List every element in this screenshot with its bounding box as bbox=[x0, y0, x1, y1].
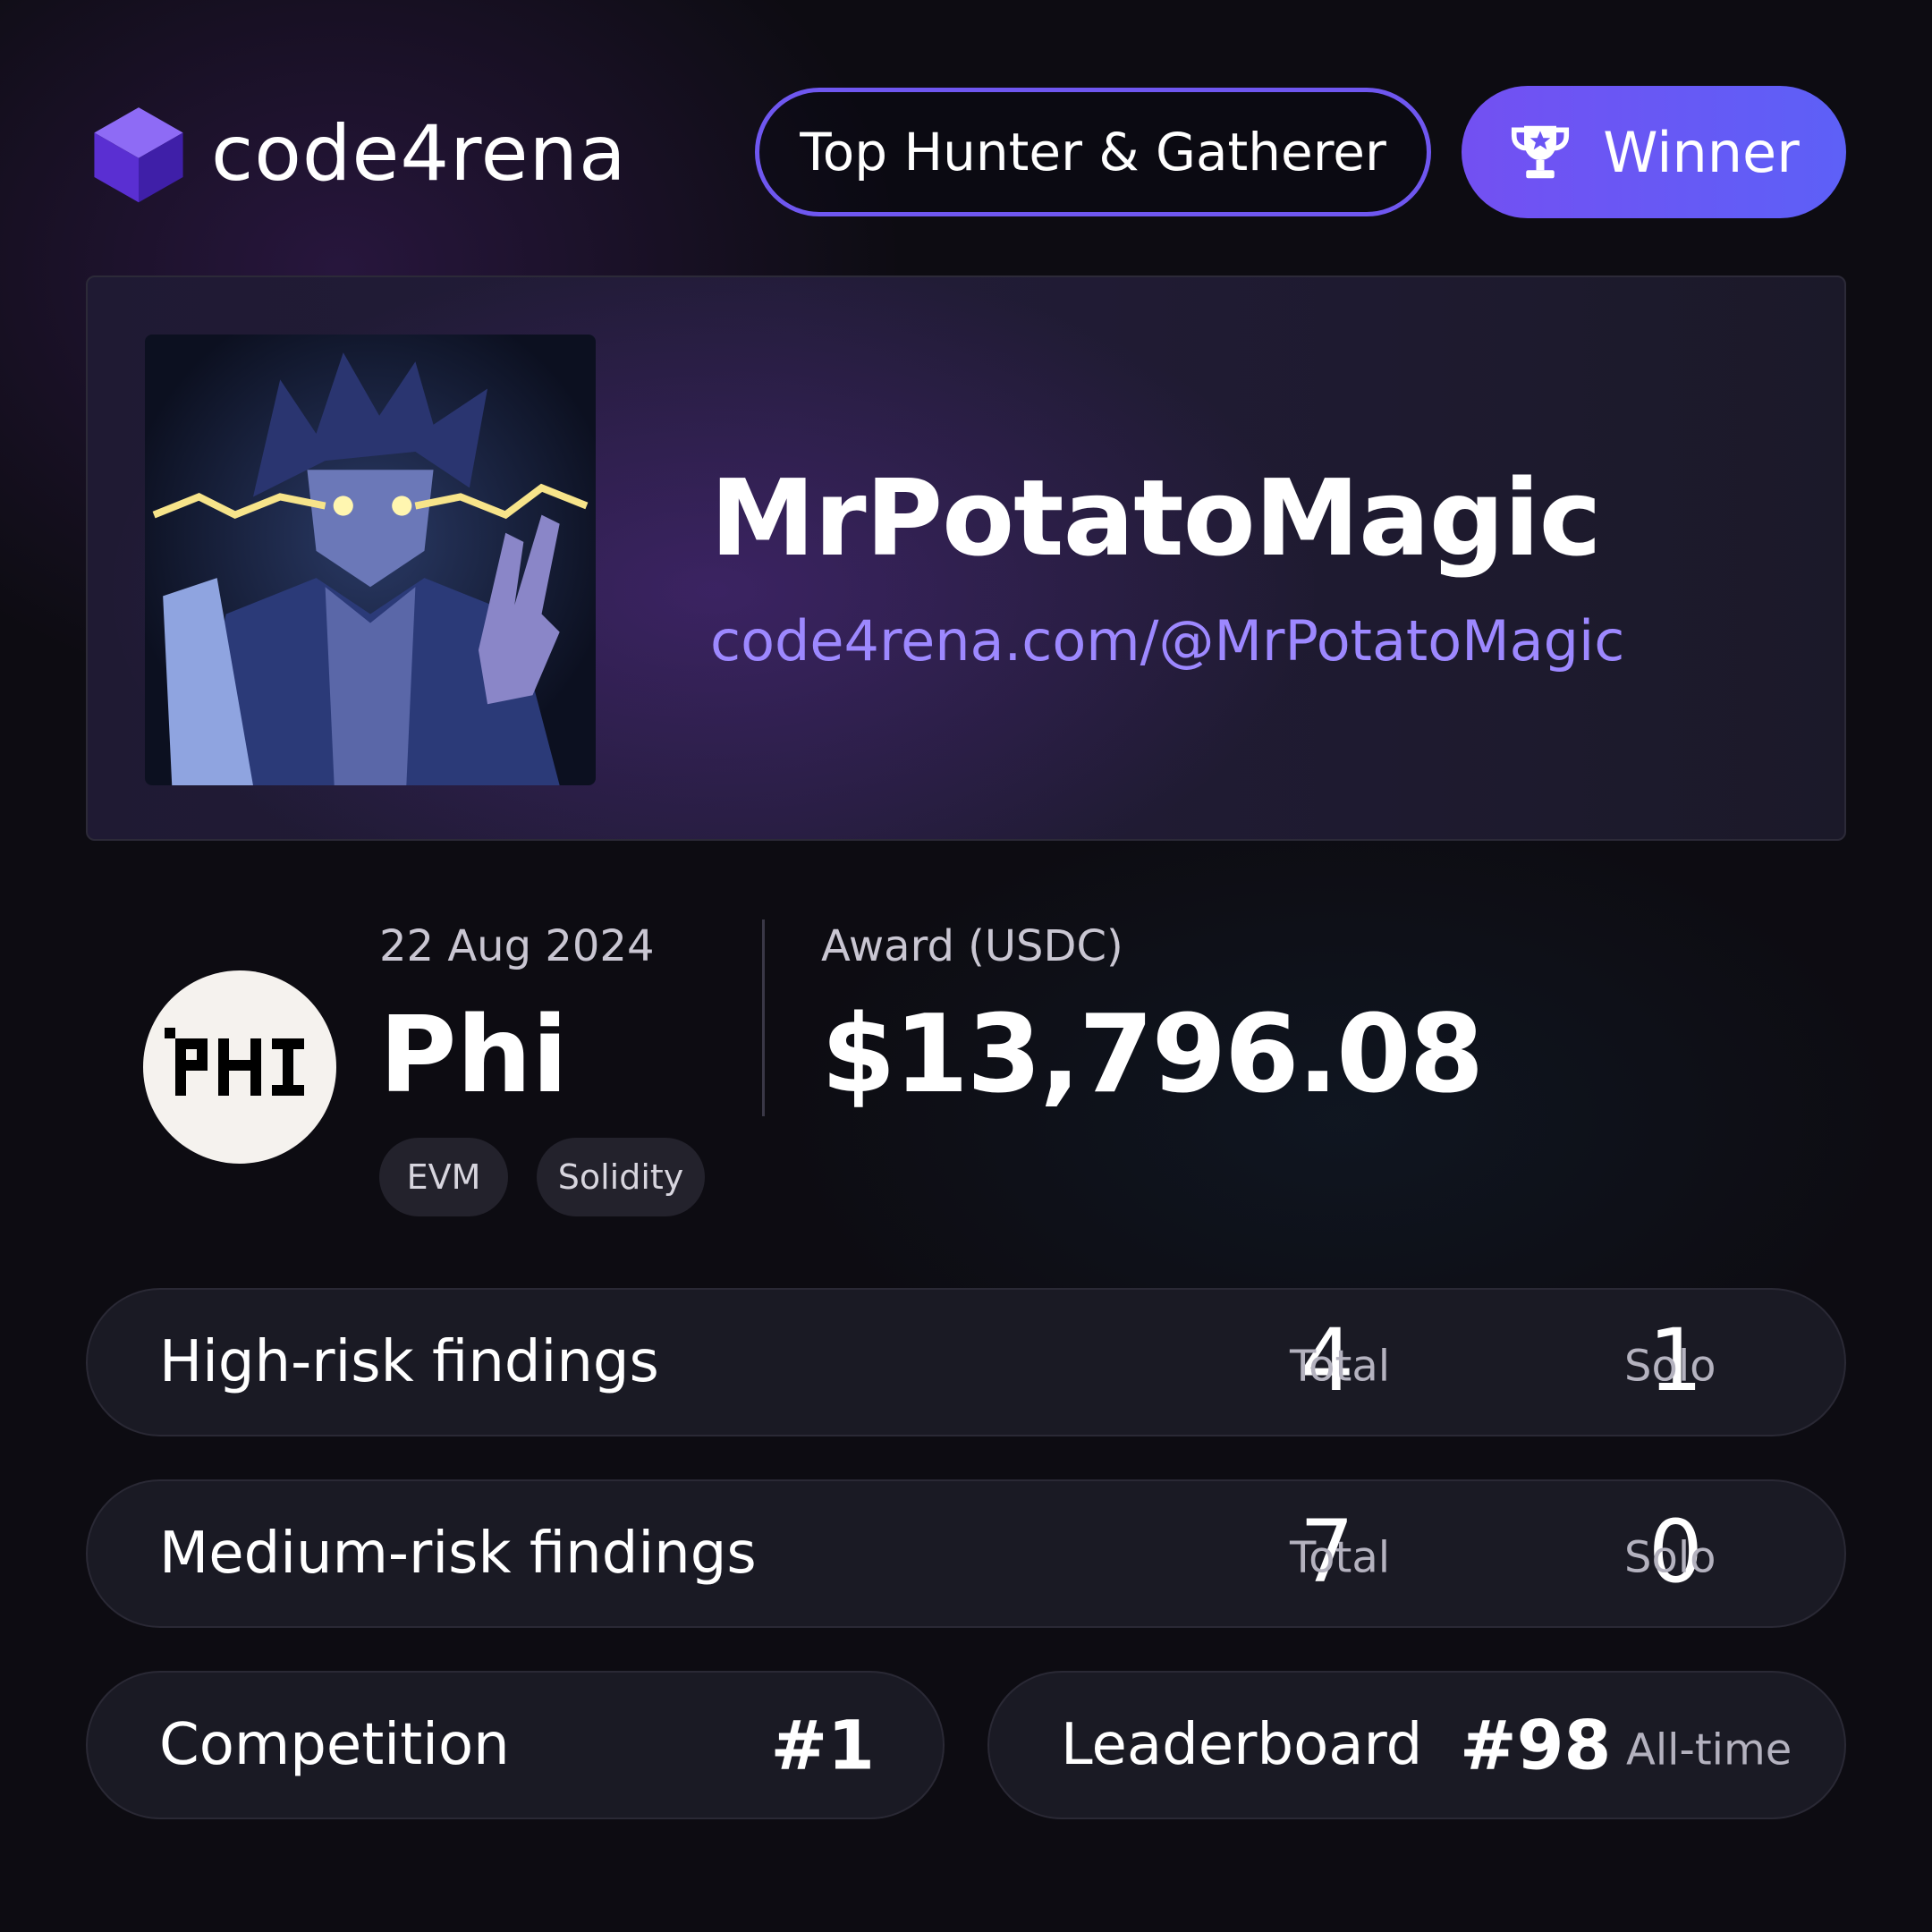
leaderboard-label: Leaderboard bbox=[1061, 1712, 1423, 1778]
high-risk-solo-label: Solo bbox=[1624, 1341, 1716, 1392]
contest-date: 22 Aug 2024 bbox=[379, 921, 655, 971]
high-risk-total-label: Total bbox=[1290, 1341, 1391, 1392]
trophy-icon bbox=[1512, 125, 1570, 179]
high-risk-findings-row: High-risk findings 4 Total 1 Solo bbox=[86, 1288, 1846, 1436]
cube-logo-icon bbox=[94, 107, 183, 203]
leaderboard-rank-box: Leaderboard #98 All-time bbox=[987, 1671, 1846, 1819]
medium-risk-findings-row: Medium-risk findings 7 Total 0 Solo bbox=[86, 1479, 1846, 1628]
medium-risk-total-label: Total bbox=[1290, 1532, 1391, 1583]
tag-evm: EVM bbox=[379, 1138, 508, 1216]
brand-logo[interactable]: code4rena bbox=[86, 100, 627, 208]
award-value: $13,796.08 bbox=[821, 993, 1484, 1117]
divider bbox=[762, 919, 765, 1116]
profile-card: MrPotatoMagic code4rena.com/@MrPotatoMag… bbox=[86, 275, 1846, 841]
tag-solidity: Solidity bbox=[537, 1138, 705, 1216]
leaderboard-rank-value: #98 bbox=[1460, 1705, 1612, 1785]
leaderboard-alltime-label: All-time bbox=[1626, 1724, 1792, 1775]
brand-name: code4rena bbox=[211, 109, 627, 199]
medium-risk-solo-label: Solo bbox=[1624, 1532, 1716, 1583]
anime-avatar-image bbox=[145, 335, 596, 785]
competition-rank-value: #1 bbox=[770, 1705, 875, 1785]
competition-rank-box: Competition #1 bbox=[86, 1671, 945, 1819]
phi-pixel-logo bbox=[143, 970, 336, 1164]
medium-risk-label: Medium-risk findings bbox=[159, 1521, 757, 1587]
contest-name: Phi bbox=[379, 993, 568, 1116]
username: MrPotatoMagic bbox=[710, 456, 1602, 580]
winner-label: Winner bbox=[1603, 119, 1800, 185]
title-badge: Top Hunter & Gatherer bbox=[755, 88, 1431, 216]
profile-url-link[interactable]: code4rena.com/@MrPotatoMagic bbox=[710, 608, 1624, 674]
award-label: Award (USDC) bbox=[821, 921, 1123, 971]
high-risk-label: High-risk findings bbox=[159, 1329, 659, 1395]
winner-badge: Winner bbox=[1462, 86, 1846, 218]
competition-label: Competition bbox=[159, 1712, 510, 1778]
